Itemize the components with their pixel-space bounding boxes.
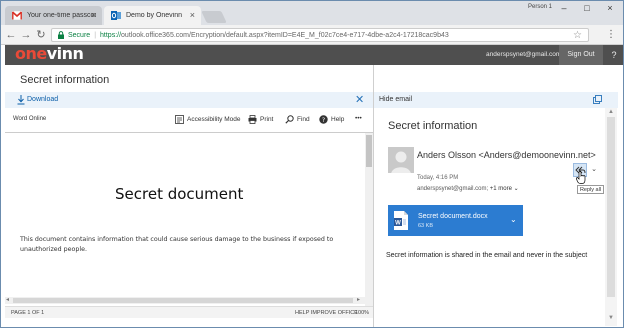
person-icon	[391, 151, 411, 173]
help-label: Help	[331, 116, 345, 123]
url-text: outlook.office365.com/Encryption/default…	[121, 31, 449, 39]
scrollbar-thumb[interactable]	[366, 135, 372, 167]
profile-label[interactable]: Person 1	[528, 4, 552, 10]
find-label: Find	[297, 116, 310, 123]
scrollbar-thumb[interactable]	[13, 298, 353, 303]
zoom-level[interactable]: 100%	[355, 310, 369, 316]
accessibility-mode-button[interactable]: Accessibility Mode	[175, 115, 240, 124]
document-horizontal-scrollbar[interactable]: ◂ ▸	[5, 297, 365, 304]
word-document-icon: W	[394, 211, 408, 230]
new-tab-button[interactable]	[201, 11, 227, 23]
more-options-button[interactable]: •••	[355, 115, 362, 122]
help-improve-link[interactable]: HELP IMPROVE OFFICE	[295, 310, 358, 316]
maximize-icon[interactable]: □	[580, 2, 594, 14]
user-email: anderspsynet@gmail.com	[486, 51, 562, 58]
logo-part-one: one	[15, 44, 47, 63]
recipients: anderspsynet@gmail.com; +1 more ⌄	[417, 185, 519, 192]
scroll-up-icon[interactable]: ▲	[608, 109, 614, 115]
attachment-size: 63 KB	[418, 223, 433, 229]
close-tab-icon[interactable]: ×	[91, 10, 96, 20]
popout-icon[interactable]	[593, 95, 602, 104]
bookmark-star-icon[interactable]: ☆	[573, 29, 582, 42]
forward-icon[interactable]: →	[19, 28, 33, 42]
document-title: Secret document	[115, 185, 244, 203]
help-button[interactable]: ?	[605, 45, 623, 65]
minimize-icon[interactable]: –	[557, 2, 571, 14]
browser-window: Your one-time passcode × Demo by Onevinn…	[0, 0, 624, 328]
document-vertical-scrollbar[interactable]	[365, 133, 373, 315]
email-subject: Secret information	[388, 120, 478, 132]
back-icon[interactable]: ←	[4, 28, 18, 42]
document-body: This document contains information that …	[20, 236, 334, 253]
address-bar: ← → ↻ Secure | https:// outlook.office36…	[1, 25, 623, 45]
reload-icon[interactable]: ↻	[34, 28, 48, 42]
attachment-menu-chevron-icon[interactable]: ⌄	[510, 215, 517, 224]
tab-onevinn[interactable]: Demo by Onevinn ×	[104, 6, 201, 25]
hide-email-bar: Hide email	[374, 92, 618, 108]
attachment-name: Secret document.docx	[418, 213, 488, 220]
accessibility-mode-label: Accessibility Mode	[187, 116, 241, 123]
tab-title: Demo by Onevinn	[126, 12, 183, 19]
download-bar: Download ✕	[5, 92, 379, 108]
tab-strip: Your one-time passcode × Demo by Onevinn…	[1, 1, 623, 25]
find-button[interactable]: Find	[285, 115, 310, 124]
download-icon[interactable]	[17, 95, 25, 105]
scroll-right-icon[interactable]: ▸	[357, 296, 360, 303]
page-count: PAGE 1 OF 1	[11, 310, 45, 316]
accessibility-icon	[175, 115, 184, 124]
word-online-toolbar: Word Online Accessibility Mode Print Fin…	[5, 111, 373, 129]
printer-icon	[248, 115, 257, 124]
reply-all-tooltip: Reply all	[577, 185, 604, 194]
email-body: Secret information is shared in the emai…	[386, 252, 588, 259]
chevron-down-icon[interactable]: ⌄	[514, 186, 519, 192]
separator: |	[94, 31, 97, 39]
hide-email-button[interactable]: Hide email	[379, 96, 412, 103]
scrollbar-thumb[interactable]	[607, 117, 615, 297]
attachment-card[interactable]: W Secret document.docx 63 KB ⌄	[388, 205, 523, 236]
logo-part-vinn: vinn	[46, 44, 84, 63]
email-scrollbar[interactable]: ▲ ▼	[605, 108, 617, 326]
reply-options-chevron-icon[interactable]: ⌄	[588, 164, 600, 176]
more-recipients-link[interactable]: +1 more	[490, 186, 512, 192]
help-icon: ?	[319, 115, 328, 124]
tab-gmail[interactable]: Your one-time passcode ×	[5, 6, 102, 25]
svg-text:W: W	[395, 221, 401, 227]
sign-out-button[interactable]: Sign Out	[559, 45, 603, 65]
scroll-down-icon[interactable]: ▼	[608, 315, 614, 321]
close-window-icon[interactable]: ×	[603, 2, 617, 14]
gmail-icon	[12, 11, 22, 20]
search-icon	[285, 115, 294, 124]
document-canvas: Secret document This document contains i…	[5, 133, 365, 315]
print-label: Print	[260, 116, 274, 123]
download-button[interactable]: Download	[27, 96, 58, 103]
hand-cursor-icon	[576, 171, 586, 184]
onevinn-logo: onevinn	[15, 43, 84, 63]
document-pane: Secret information Download ✕ Word Onlin…	[5, 65, 379, 327]
status-bar: PAGE 1 OF 1 HELP IMPROVE OFFICE 100%	[5, 306, 373, 318]
url-protocol: https://	[100, 31, 122, 39]
browser-menu-icon[interactable]: ⋮	[606, 28, 616, 42]
page-title: Secret information	[20, 74, 110, 86]
close-document-icon[interactable]: ✕	[355, 93, 364, 106]
word-online-label: Word Online	[13, 116, 47, 122]
message-date: Today, 4:16 PM	[417, 175, 459, 181]
more-options-icon: •••	[355, 115, 362, 122]
outlook-icon	[111, 11, 121, 20]
lock-icon	[58, 31, 64, 39]
avatar	[388, 147, 414, 173]
close-tab-icon[interactable]: ×	[190, 10, 195, 20]
print-button[interactable]: Print	[248, 115, 273, 124]
recipient-address: anderspsynet@gmail.com;	[417, 186, 489, 192]
scroll-left-icon[interactable]: ◂	[6, 296, 9, 303]
url-field[interactable]: Secure | https:// outlook.office365.com/…	[51, 28, 589, 42]
secure-label: Secure	[68, 31, 91, 39]
sender-name: Anders Olsson <Anders@demoonevinn.net>	[417, 150, 596, 160]
app-header: onevinn anderspsynet@gmail.com Sign Out …	[5, 43, 623, 65]
email-pane: Hide email Secret information Anders Ols…	[374, 65, 618, 327]
svg-text:?: ?	[322, 116, 325, 124]
help-doc-button[interactable]: ? Help	[319, 115, 344, 124]
tab-title: Your one-time passcode	[27, 12, 96, 19]
